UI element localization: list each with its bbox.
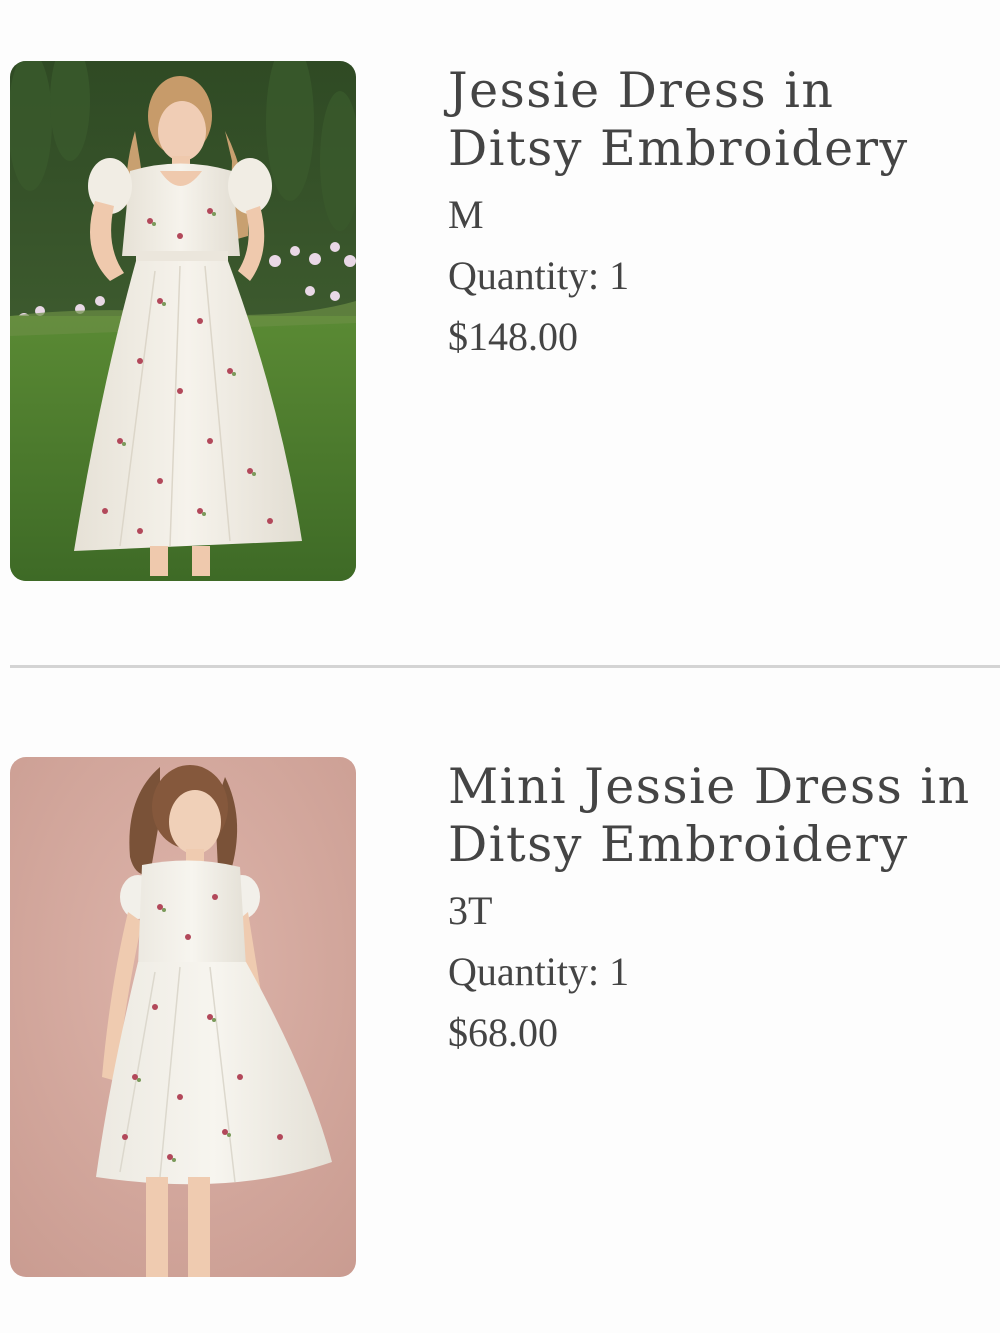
product-info: Mini Jessie Dress in Ditsy Embroidery 3T…	[448, 757, 993, 1063]
item-divider	[10, 665, 1000, 668]
product-image[interactable]	[10, 61, 356, 581]
cart-item: Jessie Dress in Ditsy Embroidery M Quant…	[0, 61, 1000, 581]
product-quantity: Quantity: 1	[448, 253, 630, 298]
product-quantity: Quantity: 1	[448, 949, 630, 994]
product-image[interactable]	[10, 757, 356, 1277]
cart-item: Mini Jessie Dress in Ditsy Embroidery 3T…	[0, 757, 1000, 1277]
product-price: $148.00	[448, 314, 578, 359]
woman-in-floral-dress-photo	[10, 61, 356, 581]
product-info: Jessie Dress in Ditsy Embroidery M Quant…	[448, 61, 993, 367]
girl-in-floral-dress-photo	[10, 757, 356, 1277]
product-size: M	[448, 192, 484, 237]
product-name[interactable]: Mini Jessie Dress in Ditsy Embroidery	[448, 757, 993, 874]
cart-items-list: Jessie Dress in Ditsy Embroidery M Quant…	[0, 0, 1000, 1333]
product-name[interactable]: Jessie Dress in Ditsy Embroidery	[448, 61, 993, 178]
product-size: 3T	[448, 888, 493, 933]
product-price: $68.00	[448, 1010, 558, 1055]
